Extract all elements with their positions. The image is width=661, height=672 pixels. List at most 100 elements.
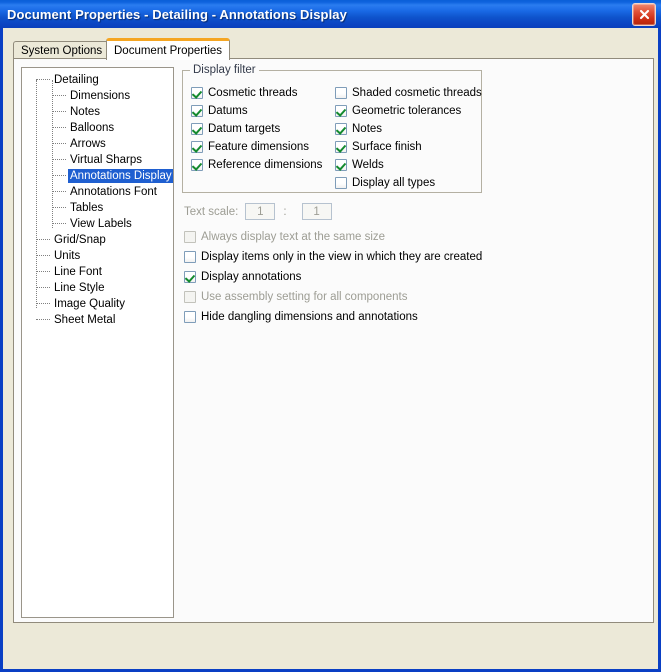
tree-item-grid-snap[interactable]: Grid/Snap [22,232,173,248]
checkbox-checked-icon[interactable] [191,141,203,153]
tree-item-line-style[interactable]: Line Style [22,280,173,296]
tree-item-balloons[interactable]: Balloons [22,120,173,136]
checkbox-label: Datum targets [208,122,281,135]
tree-branch-icon [52,223,66,225]
tree-item-label: Dimensions [70,90,131,102]
filter-checkbox-geometric-tolerances[interactable]: Geometric tolerances [335,102,485,120]
checkbox-unchecked-icon[interactable] [335,87,347,99]
tree-item-label: Balloons [70,122,115,134]
filter-checkbox-cosmetic-threads[interactable]: Cosmetic threads [191,84,341,102]
filter-checkbox-feature-dimensions[interactable]: Feature dimensions [191,138,341,156]
close-button[interactable] [632,3,656,26]
filter-checkbox-datums[interactable]: Datums [191,102,341,120]
checkbox-checked-icon[interactable] [335,123,347,135]
tree-item-virtual-sharps[interactable]: Virtual Sharps [22,152,173,168]
tree-branch-icon [36,303,50,305]
option-checkbox-hide-dangling-dimensions-and-annotations[interactable]: Hide dangling dimensions and annotations [184,307,584,327]
tree-item-tables[interactable]: Tables [22,200,173,216]
checkbox-checked-icon[interactable] [335,105,347,117]
checkbox-label: Notes [352,122,383,135]
checkbox-label: Always display text at the same size [201,230,386,243]
option-checkbox-use-assembly-setting-for-all-components: Use assembly setting for all components [184,287,584,307]
tree-item-label: Annotations Display [68,169,173,183]
checkbox-label: Use assembly setting for all components [201,290,408,303]
text-scale-denominator-input[interactable] [301,203,332,220]
checkbox-checked-icon[interactable] [191,87,203,99]
display-filter-right-column: Shaded cosmetic threads Geometric toleran… [335,84,485,192]
checkbox-checked-icon[interactable] [335,141,347,153]
checkbox-unchecked-icon[interactable] [335,177,347,189]
checkbox-checked-icon[interactable] [335,159,347,171]
tab-page: Detailing Dimensions Notes Balloons Arrows Vi… [13,58,654,623]
tree-item-line-font[interactable]: Line Font [22,264,173,280]
settings-tree[interactable]: Detailing Dimensions Notes Balloons Arrows Vi… [21,67,174,618]
checkbox-unchecked-icon[interactable] [184,251,196,263]
tree-branch-icon [36,79,50,81]
display-filter-left-column: Cosmetic threads Datums Datum targets Featu… [191,84,341,174]
checkbox-label: Geometric tolerances [352,104,462,117]
tree-branch-icon [52,111,66,113]
tree-item-image-quality[interactable]: Image Quality [22,296,173,312]
tree-branch-icon [36,271,50,273]
checkbox-checked-icon[interactable] [184,271,196,283]
checkbox-label: Welds [352,158,384,171]
tree-item-dimensions[interactable]: Dimensions [22,88,173,104]
display-filter-group: Display filter Cosmetic threads Datums Dat… [182,64,485,193]
tree-item-arrows[interactable]: Arrows [22,136,173,152]
filter-checkbox-notes[interactable]: Notes [335,120,485,138]
checkbox-label: Display all types [352,176,436,189]
text-scale-numerator-input[interactable] [245,203,276,220]
tree-item-label: Units [54,250,81,262]
window-title: Document Properties - Detailing - Annota… [7,6,347,22]
filter-checkbox-welds[interactable]: Welds [335,156,485,174]
checkbox-checked-icon[interactable] [191,123,203,135]
tree-item-label: Image Quality [54,298,125,310]
tree-item-notes[interactable]: Notes [22,104,173,120]
tab-label: System Options [21,44,103,57]
tree-item-units[interactable]: Units [22,248,173,264]
tree-branch-icon [52,159,66,161]
title-bar: Document Properties - Detailing - Annota… [0,0,661,28]
close-icon [639,9,649,20]
tree-item-label: Line Font [54,266,102,278]
checkbox-label: Display annotations [201,270,302,283]
filter-checkbox-shaded-cosmetic-threads[interactable]: Shaded cosmetic threads [335,84,485,102]
checkbox-label: Hide dangling dimensions and annotations [201,310,418,323]
tree-item-sheet-metal[interactable]: Sheet Metal [22,312,173,328]
tree-branch-icon [36,239,50,241]
checkbox-unchecked-icon [184,291,196,303]
tab-label: Document Properties [114,44,223,57]
text-scale-separator: : [283,205,287,218]
tab-document-properties[interactable]: Document Properties [106,38,231,60]
tree-branch-icon [36,287,50,289]
tree-item-label: Arrows [70,138,106,150]
text-scale-label: Text scale: [184,205,239,218]
display-filter-title: Display filter [190,64,259,76]
tree-branch-icon [36,319,50,321]
checkbox-checked-icon[interactable] [191,159,203,171]
tree-branch-icon [52,207,66,209]
tree-branch-icon [52,175,66,177]
tree-item-view-labels[interactable]: View Labels [22,216,173,232]
filter-checkbox-datum-targets[interactable]: Datum targets [191,120,341,138]
option-checkbox-display-annotations[interactable]: Display annotations [184,267,584,287]
checkbox-label: Shaded cosmetic threads [352,86,482,99]
annotation-options-list: Always display text at the same size Disp… [184,227,584,327]
filter-checkbox-display-all-types[interactable]: Display all types [335,174,485,192]
checkbox-label: Reference dimensions [208,158,323,171]
option-checkbox-display-items-only-in-the-view-in-which-they-are-created[interactable]: Display items only in the view in which … [184,247,584,267]
tree-item-detailing[interactable]: Detailing [22,72,173,88]
option-checkbox-always-display-text-at-the-same-size: Always display text at the same size [184,227,584,247]
tree-item-label: Annotations Font [70,186,157,198]
checkbox-label: Display items only in the view in which … [201,250,483,263]
filter-checkbox-reference-dimensions[interactable]: Reference dimensions [191,156,341,174]
text-scale-row: Text scale: : [184,203,332,220]
filter-checkbox-surface-finish[interactable]: Surface finish [335,138,485,156]
tree-branch-icon [52,95,66,97]
tree-item-annotations-font[interactable]: Annotations Font [22,184,173,200]
checkbox-checked-icon[interactable] [191,105,203,117]
tree-item-annotations-display[interactable]: Annotations Display [22,168,173,184]
tab-system-options[interactable]: System Options [13,41,111,59]
tree-branch-icon [52,191,66,193]
checkbox-unchecked-icon[interactable] [184,311,196,323]
